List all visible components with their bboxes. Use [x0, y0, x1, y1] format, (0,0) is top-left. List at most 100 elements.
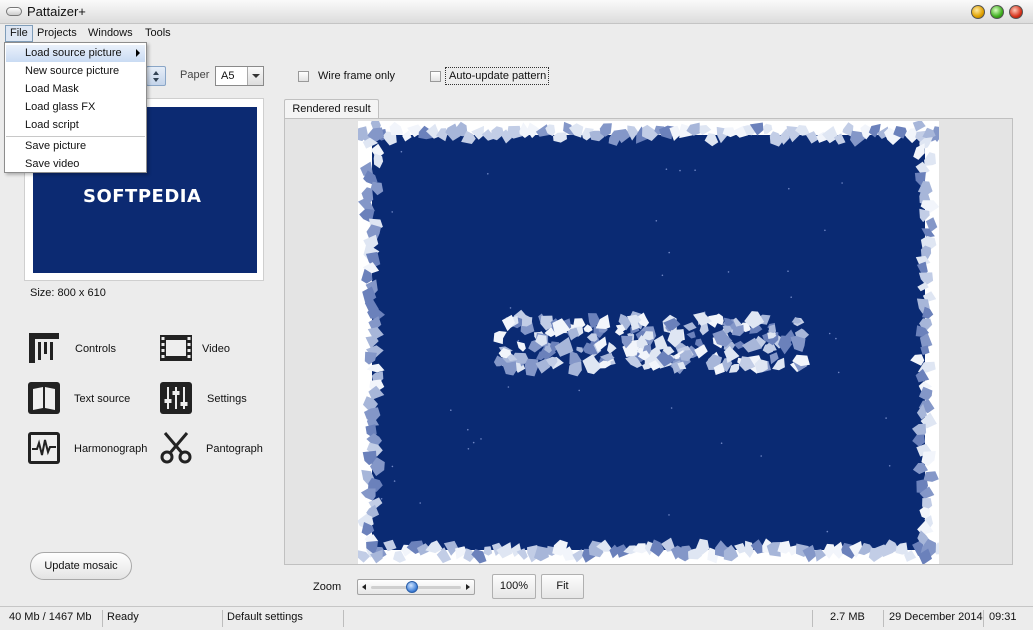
mosaic-speck: [655, 220, 658, 222]
tool-controls-label: Controls: [75, 343, 116, 355]
maximize-button[interactable]: [990, 5, 1004, 19]
mosaic-speck: [694, 169, 696, 171]
mosaic-speck: [578, 389, 580, 392]
zoom-left-arrow-icon[interactable]: [362, 584, 366, 590]
mosaic-speck: [837, 371, 840, 374]
mosaic-speck: [826, 530, 829, 533]
zoom-thumb[interactable]: [406, 581, 419, 593]
spinner-control[interactable]: [146, 66, 166, 86]
status-divider: [983, 610, 984, 627]
status-divider: [812, 610, 813, 627]
mosaic-speck: [841, 182, 843, 184]
sliders-icon: [160, 382, 192, 414]
mosaic-speck: [824, 229, 826, 232]
mosaic-speck: [391, 465, 394, 468]
window-menu-icon[interactable]: [6, 7, 22, 16]
wireframe-checkbox[interactable]: [298, 71, 309, 82]
mosaic-speck: [487, 173, 489, 175]
mosaic-speck: [668, 251, 670, 254]
softpedia-logo: SOFTPEDIA: [83, 186, 202, 207]
menu-projects[interactable]: Projects: [33, 25, 81, 42]
tool-video-label: Video: [202, 343, 230, 355]
render-panel: [284, 117, 1013, 565]
window-title: Pattaizer+: [27, 4, 86, 19]
rendered-mosaic[interactable]: [354, 117, 946, 565]
minimize-button[interactable]: [971, 5, 985, 19]
mosaic-image: [354, 117, 946, 565]
mosaic-speck: [419, 502, 421, 504]
tool-pantograph-label: Pantograph: [206, 443, 263, 455]
mosaic-speck: [679, 169, 681, 172]
menu-save-video[interactable]: Save video: [6, 156, 145, 173]
zoom-right-arrow-icon[interactable]: [466, 584, 470, 590]
status-filesize: 2.7 MB: [830, 611, 865, 623]
paper-value: A5: [221, 70, 235, 82]
status-state: Ready: [107, 611, 139, 623]
menu-windows[interactable]: Windows: [84, 25, 137, 42]
mosaic-speck: [467, 448, 470, 450]
file-menu-dropdown: Load source picture New source picture L…: [4, 42, 147, 173]
mosaic-speck: [885, 417, 887, 419]
mosaic-speck: [888, 465, 891, 467]
mosaic-speck: [380, 498, 383, 500]
mosaic-speck: [467, 428, 469, 431]
image-size-label: Size: 800 x 610: [30, 287, 106, 299]
menu-save-picture[interactable]: Save picture: [6, 138, 145, 155]
menu-load-source-picture[interactable]: Load source picture: [6, 45, 145, 62]
status-divider: [883, 610, 884, 627]
zoom-100-button[interactable]: 100%: [492, 574, 536, 599]
status-settings: Default settings: [227, 611, 303, 623]
menu-bar: File Projects Windows Tools: [0, 24, 1033, 43]
mosaic-speck: [727, 271, 730, 273]
submenu-arrow-icon: [136, 49, 140, 57]
film-icon: [160, 335, 192, 361]
autoupdate-label: Auto-update pattern: [449, 70, 547, 82]
mosaic-speck: [760, 455, 762, 457]
ruler-icon: [29, 333, 59, 363]
scissors-icon: [160, 432, 192, 464]
title-bar: Pattaizer+: [0, 0, 1033, 24]
menu-load-source-picture-label: Load source picture: [25, 47, 122, 59]
zoom-fit-button[interactable]: Fit: [541, 574, 584, 599]
mosaic-speck: [391, 211, 393, 213]
chevron-down-icon[interactable]: [247, 67, 263, 85]
waveform-icon: [28, 432, 60, 464]
tab-rendered-result[interactable]: Rendered result: [284, 99, 379, 119]
tool-harmonograph-label: Harmonograph: [74, 443, 148, 455]
menu-separator: [6, 136, 145, 137]
status-time: 09:31: [989, 611, 1017, 623]
autoupdate-checkbox[interactable]: [430, 71, 441, 82]
close-button[interactable]: [1009, 5, 1023, 19]
mosaic-speck: [835, 337, 837, 340]
mosaic-speck: [665, 168, 668, 170]
spin-up-icon[interactable]: [153, 71, 159, 75]
spin-down-icon[interactable]: [153, 78, 159, 82]
paper-label: Paper: [180, 69, 210, 81]
status-divider: [343, 610, 344, 627]
mosaic-speck: [788, 187, 790, 190]
mosaic-speck: [472, 441, 475, 444]
menu-new-source-picture[interactable]: New source picture: [6, 63, 145, 80]
mosaic-speck: [517, 339, 520, 342]
status-divider: [222, 610, 223, 627]
mosaic-speck: [670, 407, 673, 409]
paper-select[interactable]: A5: [215, 66, 264, 86]
menu-file[interactable]: File: [5, 25, 33, 42]
mosaic-speck: [507, 386, 510, 388]
menu-tools[interactable]: Tools: [141, 25, 175, 42]
update-mosaic-button[interactable]: Update mosaic: [30, 552, 132, 580]
wireframe-label: Wire frame only: [318, 70, 396, 82]
tool-settings-label: Settings: [207, 393, 247, 405]
zoom-label: Zoom: [313, 581, 342, 593]
status-memory: 40 Mb / 1467 Mb: [9, 611, 92, 623]
mosaic-speck: [787, 270, 789, 272]
mosaic-speck: [828, 332, 831, 335]
status-divider: [102, 610, 103, 627]
mosaic-speck: [661, 274, 664, 277]
mosaic-speck: [790, 296, 792, 298]
menu-load-glass-fx[interactable]: Load glass FX: [6, 99, 145, 116]
status-bar: 40 Mb / 1467 Mb Ready Default settings 2…: [0, 606, 1033, 630]
menu-load-mask[interactable]: Load Mask: [6, 81, 145, 98]
zoom-slider[interactable]: [357, 579, 475, 595]
menu-load-script[interactable]: Load script: [6, 117, 145, 134]
